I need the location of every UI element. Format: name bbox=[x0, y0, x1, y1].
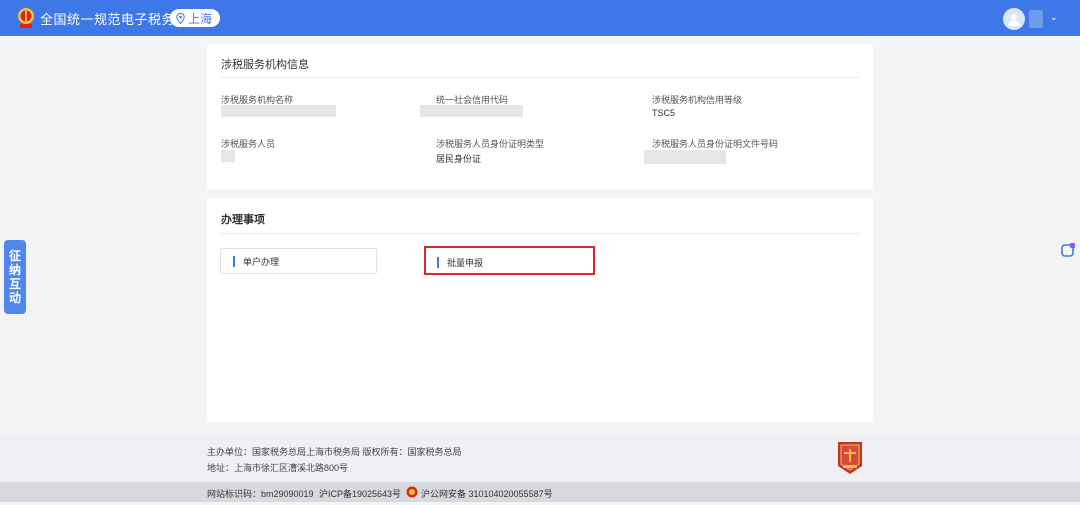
police-record-link[interactable]: 沪公网安备 310104020055587号 bbox=[421, 487, 553, 500]
business-items-card: 办理事项 单户办理 批量申报 bbox=[207, 198, 873, 422]
side-tab-char: 纳 bbox=[8, 263, 21, 277]
username-redacted bbox=[1029, 10, 1043, 28]
field-label: 涉税服务人员身份证明类型 bbox=[436, 139, 545, 149]
staff-name-redacted bbox=[221, 150, 235, 162]
footer: 主办单位：国家税务总局上海市税务局 版权所有：国家税务总局 地址：上海市徐汇区漕… bbox=[0, 434, 1080, 482]
footer-sponsor: 主办单位：国家税务总局上海市税务局 版权所有：国家税务总局 bbox=[207, 447, 462, 457]
feedback-icon[interactable] bbox=[1060, 242, 1076, 258]
field-label: 涉税服务人员 bbox=[221, 139, 276, 149]
chevron-down-icon[interactable]: ⌄ bbox=[1050, 12, 1058, 23]
gov-badge-icon[interactable] bbox=[835, 440, 865, 476]
credit-code-redacted bbox=[420, 105, 523, 117]
id-type-value: 居民身份证 bbox=[436, 154, 482, 164]
item-label: 单户办理 bbox=[243, 256, 280, 267]
location-pin-icon bbox=[176, 12, 185, 24]
user-avatar[interactable] bbox=[1003, 8, 1025, 30]
tax-emblem-icon[interactable] bbox=[16, 6, 36, 30]
icp-record-link[interactable]: 沪ICP备19025643号 bbox=[319, 487, 401, 500]
card-title: 涉税服务机构信息 bbox=[221, 59, 309, 71]
highlight-box bbox=[424, 246, 595, 275]
site-title[interactable]: 全国统一规范电子税务局 bbox=[40, 9, 189, 28]
accent-bar bbox=[233, 255, 235, 267]
region-selector[interactable]: 上海 bbox=[170, 9, 221, 27]
interaction-side-tab[interactable]: 征 纳 互 动 bbox=[4, 240, 26, 314]
user-icon bbox=[1008, 14, 1020, 26]
field-label: 涉税服务机构信用等级 bbox=[652, 95, 743, 105]
site-code: 网站标识码：bm29090019 bbox=[207, 489, 314, 499]
police-emblem-icon bbox=[406, 486, 418, 498]
id-number-redacted bbox=[644, 150, 726, 164]
side-tab-char: 征 bbox=[8, 249, 21, 263]
single-handle-button[interactable]: 单户办理 bbox=[220, 248, 377, 274]
service-agency-info-card: 涉税服务机构信息 涉税服务机构名称 统一社会信用代码 涉税服务机构信用等级 TS… bbox=[207, 44, 873, 189]
side-tab-char: 互 bbox=[8, 277, 21, 291]
region-label: 上海 bbox=[188, 11, 213, 26]
footer-records-bar: 网站标识码：bm29090019 沪ICP备19025643号 沪公网安备 31… bbox=[0, 482, 1080, 502]
card-title: 办理事项 bbox=[221, 214, 265, 226]
top-bar: 全国统一规范电子税务局 上海 ⌄ bbox=[0, 0, 1080, 36]
divider bbox=[221, 233, 859, 234]
footer-address: 地址：上海市徐汇区漕溪北路800号 bbox=[207, 463, 349, 473]
field-label: 涉税服务人员身份证明文件号码 bbox=[652, 139, 779, 149]
divider bbox=[221, 77, 859, 78]
credit-rating-value: TSC5 bbox=[652, 108, 676, 118]
side-tab-char: 动 bbox=[8, 291, 21, 305]
agency-name-redacted bbox=[221, 105, 336, 117]
